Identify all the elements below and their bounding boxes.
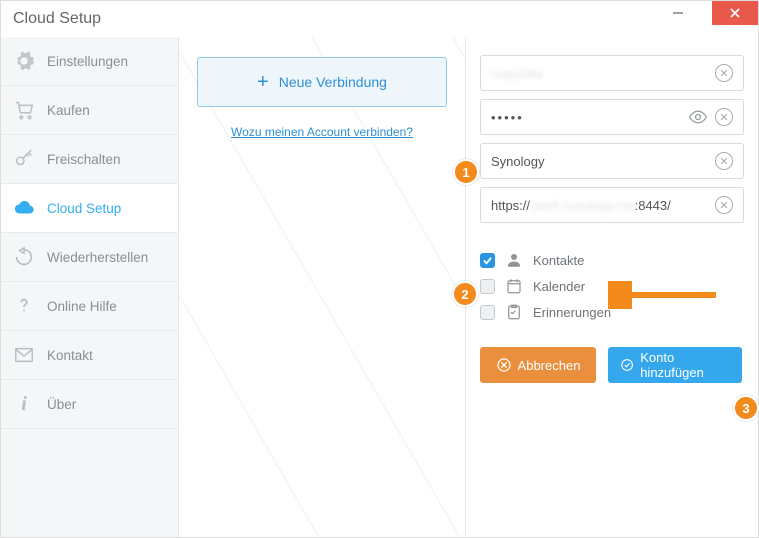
restore-icon [13, 246, 35, 268]
url-prefix: https:// [491, 198, 530, 213]
gear-icon [13, 50, 35, 72]
sync-calendar-row: Kalender [480, 273, 744, 299]
eye-icon[interactable] [687, 108, 709, 126]
sidebar-item-label: Kaufen [47, 103, 90, 118]
clear-icon[interactable]: ✕ [715, 64, 733, 82]
checkbox-reminders[interactable] [480, 305, 495, 320]
annotation-marker-3: 3 [733, 395, 759, 421]
checklist-icon [505, 303, 523, 321]
window-buttons [658, 1, 758, 37]
form-buttons: Abbrechen Konto hinzufügen [480, 347, 744, 383]
sidebar-item-label: Cloud Setup [47, 201, 121, 216]
plus-icon: + [257, 72, 269, 92]
clear-icon[interactable]: ✕ [715, 196, 733, 214]
sidebar-item-settings[interactable]: Einstellungen [1, 37, 178, 86]
sidebar-item-label: Freischalten [47, 152, 121, 167]
mail-icon [13, 344, 35, 366]
url-suffix: :8443/ [635, 198, 671, 213]
sidebar-item-about[interactable]: i Über [1, 380, 178, 429]
url-host: beeft.synology.me [530, 198, 635, 213]
sync-contacts-row: Kontakte [480, 247, 744, 273]
sidebar-item-label: Wiederherstellen [47, 250, 148, 265]
clear-icon[interactable]: ✕ [715, 152, 733, 170]
close-button[interactable] [712, 1, 758, 25]
sidebar-item-label: Einstellungen [47, 54, 128, 69]
sidebar-item-unlock[interactable]: Freischalten [1, 135, 178, 184]
titlebar: Cloud Setup [1, 1, 758, 37]
password-value: ••••• [491, 110, 524, 125]
annotation-marker-1: 1 [453, 159, 479, 185]
sidebar-item-buy[interactable]: Kaufen [1, 86, 178, 135]
person-icon [505, 251, 523, 269]
servicename-field[interactable]: Synology ✕ [480, 143, 744, 179]
sidebar-item-restore[interactable]: Wiederherstellen [1, 233, 178, 282]
username-field[interactable]: copykate ✕ [480, 55, 744, 91]
sync-reminders-label: Erinnerungen [533, 305, 611, 320]
username-value: copykate [491, 66, 543, 81]
annotation-marker-2: 2 [452, 281, 478, 307]
question-icon [13, 295, 35, 317]
account-form-panel: copykate ✕ ••••• ✕ Synology ✕ https:// b… [466, 37, 758, 537]
sync-reminders-row: Erinnerungen [480, 299, 744, 325]
cloud-icon [13, 197, 35, 219]
connection-panel: + Neue Verbindung Wozu meinen Account ve… [179, 37, 466, 537]
sidebar: Einstellungen Kaufen Freischalten Cloud … [1, 37, 179, 537]
cancel-label: Abbrechen [518, 358, 581, 373]
checkbox-contacts[interactable] [480, 253, 495, 268]
sync-contacts-label: Kontakte [533, 253, 584, 268]
password-field[interactable]: ••••• ✕ [480, 99, 744, 135]
minimize-button[interactable] [658, 1, 698, 25]
sync-calendar-label: Kalender [533, 279, 585, 294]
url-field[interactable]: https:// beeft.synology.me :8443/ ✕ [480, 187, 744, 223]
sidebar-item-label: Online Hilfe [47, 299, 117, 314]
info-icon: i [13, 393, 35, 415]
cart-icon [13, 99, 35, 121]
key-icon [13, 148, 35, 170]
add-account-button[interactable]: Konto hinzufügen [608, 347, 742, 383]
sidebar-item-contact[interactable]: Kontakt [1, 331, 178, 380]
sidebar-item-label: Kontakt [47, 348, 93, 363]
sidebar-item-help[interactable]: Online Hilfe [1, 282, 178, 331]
servicename-value: Synology [491, 154, 544, 169]
checkbox-calendar[interactable] [480, 279, 495, 294]
calendar-icon [505, 277, 523, 295]
cancel-button[interactable]: Abbrechen [480, 347, 596, 383]
sidebar-item-cloud[interactable]: Cloud Setup [1, 184, 178, 233]
clear-icon[interactable]: ✕ [715, 108, 733, 126]
new-connection-label: Neue Verbindung [279, 74, 387, 90]
window-title: Cloud Setup [13, 10, 101, 28]
add-label: Konto hinzufügen [640, 350, 730, 380]
new-connection-button[interactable]: + Neue Verbindung [197, 57, 447, 107]
sync-options: Kontakte Kalender Erinnerungen [480, 247, 744, 325]
why-connect-link[interactable]: Wozu meinen Account verbinden? [197, 125, 447, 139]
sidebar-item-label: Über [47, 397, 76, 412]
